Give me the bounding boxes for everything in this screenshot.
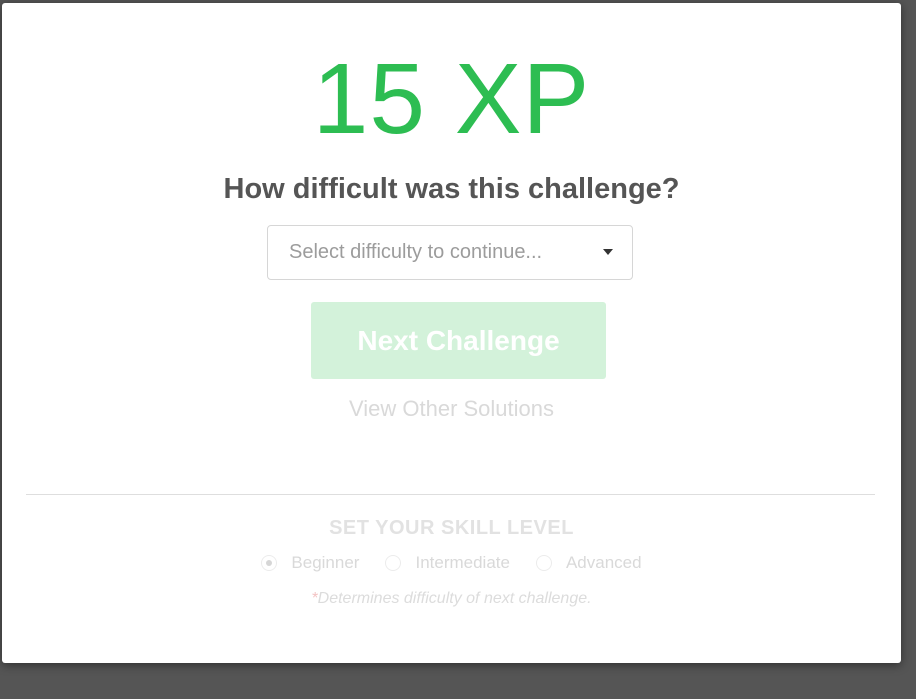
skill-option-label: Beginner [291,553,360,572]
difficulty-question: How difficult was this challenge? [223,173,680,205]
skill-level-options: Beginner Intermediate Advanced [2,553,901,573]
completion-modal: 15 XP How difficult was this challenge? … [2,3,901,663]
caret-down-icon [603,249,613,255]
skill-option-beginner[interactable]: Beginner [261,553,359,573]
radio-unchecked-icon[interactable] [535,555,552,571]
view-other-solutions-link[interactable]: View Other Solutions [2,396,901,422]
skill-level-note: *Determines difficulty of next challenge… [2,590,901,608]
section-divider [26,494,875,495]
difficulty-select[interactable]: Select difficulty to continue... [267,225,633,280]
skill-option-label: Advanced [565,553,642,572]
radio-unchecked-icon[interactable] [385,555,402,571]
skill-option-advanced[interactable]: Advanced [535,553,642,573]
skill-option-label: Intermediate [415,553,510,572]
difficulty-select-placeholder: Select difficulty to continue... [289,241,543,263]
skill-level-title: SET YOUR SKILL LEVEL [329,517,574,539]
skill-level-note-text: Determines difficulty of next challenge. [317,590,592,607]
xp-score: 15 XP [312,43,591,155]
skill-option-intermediate[interactable]: Intermediate [385,553,510,573]
next-challenge-button[interactable]: Next Challenge [311,302,606,379]
radio-checked-icon[interactable] [261,555,278,571]
